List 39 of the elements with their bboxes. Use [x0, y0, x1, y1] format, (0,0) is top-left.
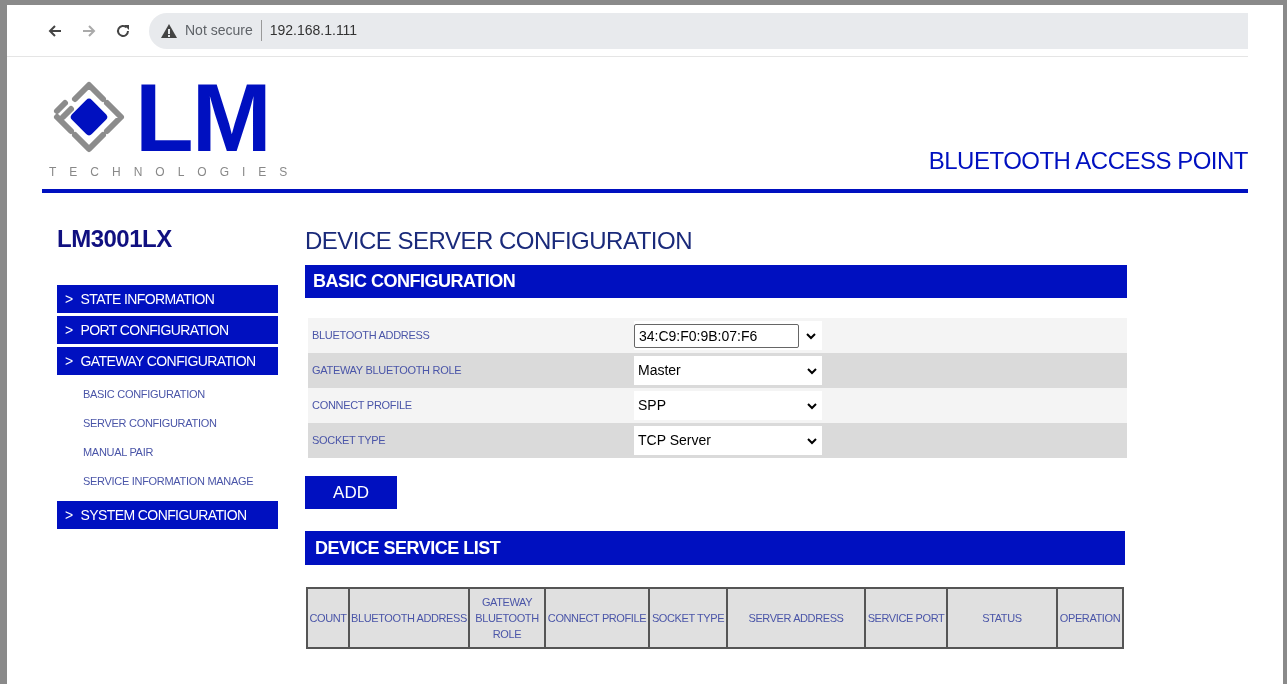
column-header: OPERATION	[1057, 588, 1123, 648]
select-field[interactable]: Master	[634, 356, 822, 385]
column-header: BLUETOOTH ADDRESS	[349, 588, 469, 648]
back-icon[interactable]	[47, 22, 63, 39]
model-name: LM3001LX	[57, 224, 173, 254]
header-title: BLUETOOTH ACCESS POINT	[928, 146, 1248, 176]
nav-item[interactable]: > PORT CONFIGURATION	[57, 316, 278, 344]
security-label: Not secure	[185, 20, 262, 41]
column-header: SERVER ADDRESS	[727, 588, 865, 648]
warning-icon	[161, 23, 177, 38]
section-header: BASIC CONFIGURATION	[305, 265, 1127, 298]
address-field[interactable]: 34:C9:F0:9B:07:F6	[634, 323, 799, 348]
section-header: DEVICE SERVICE LIST	[305, 531, 1125, 565]
nav-item[interactable]: > SYSTEM CONFIGURATION	[57, 501, 278, 529]
column-header: STATUS	[947, 588, 1057, 648]
column-header: SERVICE PORT	[865, 588, 947, 648]
reload-icon[interactable]	[115, 22, 131, 39]
field-label: CONNECT PROFILE	[311, 398, 413, 414]
nav-subitem[interactable]: MANUAL PAIR	[83, 444, 305, 461]
field-label: SOCKET TYPE	[311, 433, 387, 449]
logo-text: LM	[135, 79, 270, 157]
column-header: GATEWAY BLUETOOTH ROLE	[469, 588, 545, 648]
logo-tagline: TECHNOLOGIES	[49, 164, 301, 181]
select-field[interactable]: TCP Server	[634, 426, 822, 455]
address-bar[interactable]: Not secure 192.168.1.111	[149, 12, 1248, 49]
nav-item[interactable]: > GATEWAY CONFIGURATION	[57, 347, 278, 375]
add-button[interactable]: ADD	[305, 476, 397, 509]
nav-subitem[interactable]: SERVICE INFORMATION MANAGE	[83, 473, 305, 490]
url-text: 192.168.1.111	[269, 21, 358, 40]
nav-subitem[interactable]: SERVER CONFIGURATION	[83, 415, 305, 432]
column-header: COUNT	[307, 588, 349, 648]
nav-subitem[interactable]: BASIC CONFIGURATION	[83, 386, 305, 403]
column-header: CONNECT PROFILE	[545, 588, 649, 648]
field-label: GATEWAY BLUETOOTH ROLE	[311, 363, 463, 379]
page-title: DEVICE SERVER CONFIGURATION	[305, 226, 693, 256]
select-field[interactable]: SPP	[634, 391, 822, 420]
nav-item[interactable]: > STATE INFORMATION	[57, 285, 278, 313]
field-label: BLUETOOTH ADDRESS	[311, 328, 431, 344]
column-header: SOCKET TYPE	[649, 588, 727, 648]
